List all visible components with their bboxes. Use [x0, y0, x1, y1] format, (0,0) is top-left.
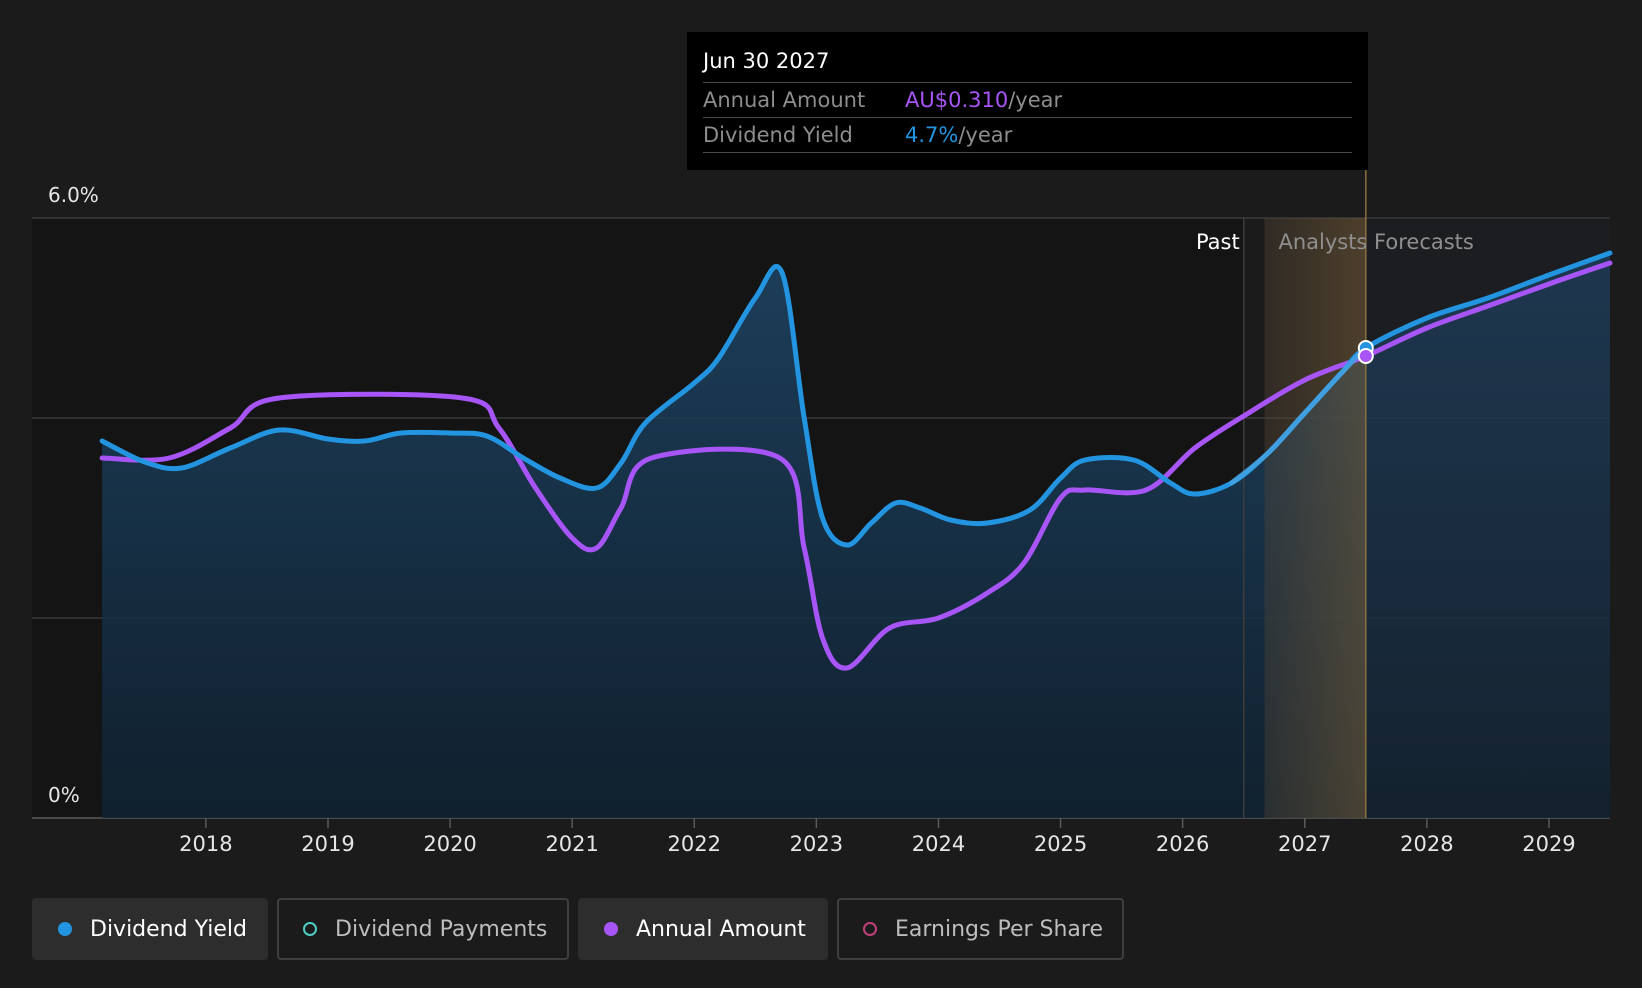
x-tick-label: 2024: [912, 832, 965, 856]
tooltip-unit: /year: [1008, 88, 1063, 112]
y-tick-label-max: 6.0%: [48, 183, 99, 207]
tooltip-label: Dividend Yield: [703, 123, 853, 147]
legend-label: Annual Amount: [636, 916, 806, 942]
earnings-per-share-circle-icon: [863, 922, 877, 936]
x-tick-label: 2028: [1400, 832, 1453, 856]
annual-amount-marker: [1357, 348, 1374, 364]
dividend-payments-circle-icon: [303, 922, 317, 936]
legend-dividend-yield[interactable]: Dividend Yield: [32, 898, 268, 960]
past-label: Past: [1196, 230, 1240, 254]
y-tick-label-zero: 0%: [48, 783, 80, 807]
x-tick-label: 2022: [668, 832, 721, 856]
tooltip-value: 4.7%: [905, 123, 959, 147]
highlight-band: [1264, 218, 1366, 818]
tooltip-row-dividend-yield: Dividend Yield 4.7% /year: [703, 118, 1352, 153]
tooltip-date: Jun 30 2027: [703, 46, 1352, 83]
x-tick-label: 2023: [790, 832, 843, 856]
tooltip-label: Annual Amount: [703, 88, 866, 112]
legend-label: Earnings Per Share: [895, 916, 1104, 942]
chart-tooltip: Jun 30 2027 Annual Amount AU$0.310 /year…: [687, 32, 1368, 170]
x-tick-label: 2026: [1156, 832, 1209, 856]
x-tick-label: 2029: [1522, 832, 1575, 856]
x-tick-label: 2025: [1034, 832, 1087, 856]
x-tick-label: 2018: [179, 832, 232, 856]
legend-label: Dividend Payments: [335, 916, 548, 942]
dividend-yield-dot-icon: [58, 922, 72, 936]
annual-amount-dot-icon: [604, 922, 618, 936]
x-tick-label: 2020: [423, 832, 476, 856]
tooltip-row-annual-amount: Annual Amount AU$0.310 /year: [703, 83, 1352, 118]
legend-dividend-payments[interactable]: Dividend Payments: [277, 898, 569, 960]
tooltip-unit: /year: [958, 123, 1013, 147]
analysts-forecasts-label: Analysts Forecasts: [1278, 230, 1473, 254]
x-tick-label: 2019: [301, 832, 354, 856]
tooltip-value: AU$0.310: [905, 88, 1009, 112]
legend-earnings-per-share[interactable]: Earnings Per Share: [837, 898, 1124, 960]
x-tick-label: 2021: [545, 832, 598, 856]
dividend-chart: 2018 2019 2020 2021 2022 2023 2024 2025 2026 2027…: [0, 0, 1642, 988]
legend-label: Dividend Yield: [90, 916, 247, 942]
legend-annual-amount[interactable]: Annual Amount: [578, 898, 828, 960]
x-tick-label: 2027: [1278, 832, 1331, 856]
